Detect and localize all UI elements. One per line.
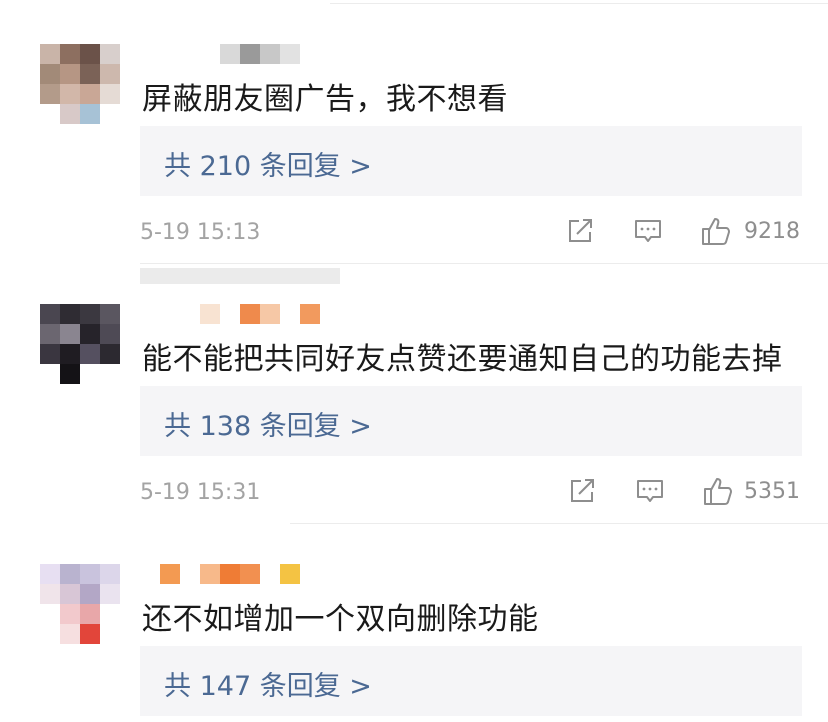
top-divider	[330, 3, 828, 4]
like-count: 5351	[744, 479, 800, 504]
comment-icon[interactable]	[633, 474, 667, 508]
comment-icon[interactable]	[631, 214, 665, 248]
replies-count: 共 210 条回复 >	[164, 151, 372, 182]
share-icon[interactable]	[563, 214, 597, 248]
avatar[interactable]	[40, 44, 120, 124]
comment-meta: 5-19 15:31 5351	[0, 474, 828, 514]
comment-text: 屏蔽朋友圈广告，我不想看	[142, 82, 508, 117]
thumbs-up-icon[interactable]	[699, 214, 733, 248]
comment-text: 还不如增加一个双向删除功能	[142, 602, 539, 637]
username[interactable]	[140, 304, 330, 324]
view-replies-button[interactable]: 共 138 条回复 >	[140, 386, 802, 456]
comment-text: 能不能把共同好友点赞还要通知自己的功能去掉	[142, 342, 783, 377]
username-blur-band	[140, 268, 340, 284]
thumbs-up-icon[interactable]	[701, 474, 735, 508]
comment-meta: 5-19 15:13 9218	[0, 214, 828, 254]
timestamp: 5-19 15:31	[140, 480, 261, 505]
avatar[interactable]	[40, 564, 120, 644]
avatar[interactable]	[40, 304, 120, 384]
divider	[140, 263, 828, 264]
replies-count: 共 147 条回复 >	[164, 671, 372, 702]
username[interactable]	[140, 44, 310, 64]
view-replies-button[interactable]: 共 147 条回复 >	[140, 646, 802, 716]
share-icon[interactable]	[565, 474, 599, 508]
divider	[290, 523, 828, 524]
timestamp: 5-19 15:13	[140, 220, 261, 245]
view-replies-button[interactable]: 共 210 条回复 >	[140, 126, 802, 196]
username[interactable]	[140, 564, 310, 584]
like-count: 9218	[744, 219, 800, 244]
replies-count: 共 138 条回复 >	[164, 411, 372, 442]
